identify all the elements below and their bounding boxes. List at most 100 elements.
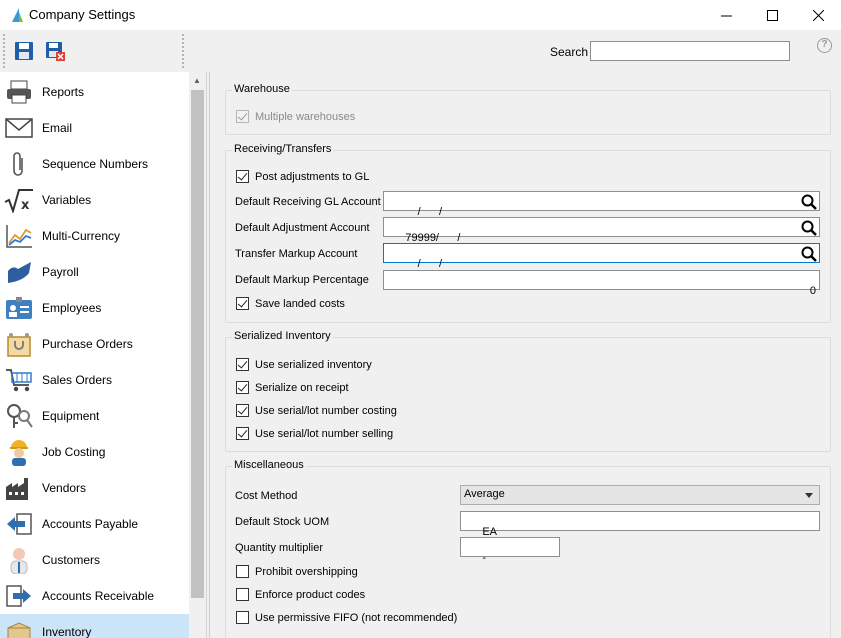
sidebar-item-inventory[interactable]: Inventory [0,614,189,638]
sidebar-item-equipment[interactable]: Equipment [0,398,189,434]
sidebar-item-purchase-orders[interactable]: Purchase Orders [0,326,189,362]
search-icon[interactable] [801,194,817,210]
checkbox-label: Use serial/lot number costing [255,404,397,417]
sidebar-item-accounts-payable[interactable]: Accounts Payable [0,506,189,542]
enforce-product-codes-checkbox[interactable]: Enforce product codes [236,588,365,601]
checkbox-label: Save landed costs [255,297,345,310]
checkbox-box [236,404,249,417]
search-icon[interactable] [801,246,817,262]
paperclip-icon [4,150,34,178]
printer-icon [4,78,34,106]
sidebar-item-label: Job Costing [42,445,106,459]
post-adjustments-checkbox[interactable]: Post adjustments to GL [236,170,369,183]
sidebar-item-multi-currency[interactable]: Multi-Currency [0,218,189,254]
payroll-icon [4,258,34,286]
toolbar: Search ? [0,30,841,72]
transfer-markup-label: Transfer Markup Account [235,248,358,260]
sidebar-item-accounts-receivable[interactable]: Accounts Receivable [0,578,189,614]
search-icon[interactable] [801,220,817,236]
sidebar-scrollbar[interactable]: ▲ [189,72,206,638]
toolbar-grip[interactable] [3,34,5,68]
minimize-button[interactable] [703,0,749,30]
arrow-left-box-icon [4,510,34,538]
svg-text:x: x [21,198,30,213]
sidebar-item-label: Multi-Currency [42,229,121,243]
sidebar-item-sequence-numbers[interactable]: Sequence Numbers [0,146,189,182]
serialize-on-receipt-checkbox[interactable]: Serialize on receipt [236,381,349,394]
shopping-cart-icon [4,366,34,394]
search-label: Search [550,45,589,59]
sidebar-item-email[interactable]: Email [0,110,189,146]
cost-method-select[interactable]: Average [460,485,820,505]
sidebar-item-variables[interactable]: x Variables [0,182,189,218]
scroll-up-icon[interactable]: ▲ [193,76,201,85]
factory-icon [4,474,34,502]
stock-uom-field[interactable]: EA [460,511,820,538]
search-input[interactable] [590,41,790,61]
close-icon [812,9,824,21]
transfer-markup-field[interactable]: / / [383,243,820,270]
receiving-gl-field[interactable]: / / [383,191,820,218]
save-landed-costs-checkbox[interactable]: Save landed costs [236,297,345,310]
lot-selling-checkbox[interactable]: Use serial/lot number selling [236,427,393,440]
sidebar-item-customers[interactable]: Customers [0,542,189,578]
sidebar-item-label: Sales Orders [42,373,113,387]
sidebar-item-reports[interactable]: Reports [0,74,189,110]
sidebar-item-label: Purchase Orders [42,337,133,351]
prohibit-overshipping-checkbox[interactable]: Prohibit overshipping [236,565,358,578]
close-button[interactable] [795,0,841,30]
cost-method-label: Cost Method [235,490,298,502]
permissive-fifo-checkbox[interactable]: Use permissive FIFO (not recommended) [236,611,457,624]
checkbox-label: Use permissive FIFO (not recommended) [255,611,458,624]
employee-card-icon [4,294,34,322]
sidebar-item-vendors[interactable]: Vendors [0,470,189,506]
sidebar-item-payroll[interactable]: Payroll [0,254,189,290]
checkbox-label: Prohibit overshipping [255,565,358,578]
sidebar-item-label: Variables [42,193,92,207]
keys-icon [4,402,34,430]
app-logo-icon [12,8,23,22]
maximize-button[interactable] [749,0,795,30]
chevron-down-icon [805,493,813,498]
settings-sidebar: Reports Email Sequence Numbers x Variabl… [0,72,207,638]
use-serialized-checkbox[interactable]: Use serialized inventory [236,358,372,371]
receiving-transfers-group: Receiving/Transfers Post adjustments to … [225,143,831,323]
help-icon[interactable]: ? [817,38,832,53]
checkbox-label: Enforce product codes [255,588,366,601]
sidebar-item-label: Inventory [42,625,92,638]
sidebar-item-label: Customers [42,553,101,567]
toolbar-grip-2[interactable] [182,34,184,68]
sidebar-item-label: Vendors [42,481,87,495]
sidebar-item-label: Accounts Receivable [42,589,155,603]
checkbox-label: Use serial/lot number selling [255,427,394,440]
markup-percentage-field[interactable]: 0 [383,270,820,297]
checkbox-box [236,427,249,440]
save-delete-icon[interactable] [44,40,66,62]
checkbox-box [236,565,249,578]
field-value: 0 [809,285,816,297]
window-title: Company Settings [29,7,136,22]
checkbox-box [236,297,249,310]
field-value: / / [405,258,443,270]
multiple-warehouses-checkbox[interactable]: Multiple warehouses [236,110,355,123]
miscellaneous-group: Miscellaneous Cost Method Average Defaul… [225,459,831,638]
checkbox-box [236,588,249,601]
sidebar-item-employees[interactable]: Employees [0,290,189,326]
quantity-multiplier-field[interactable]: - [460,537,560,564]
serialized-inventory-group: Serialized Inventory Use serialized inve… [225,330,831,452]
lot-costing-checkbox[interactable]: Use serial/lot number costing [236,404,397,417]
group-title: Miscellaneous [232,459,306,471]
purchase-bag-icon [4,330,34,358]
checkbox-box [236,381,249,394]
select-value: Average [464,488,505,500]
checkbox-label: Serialize on receipt [255,381,349,394]
scrollbar-thumb[interactable] [191,90,204,598]
minimize-icon [720,15,732,16]
sidebar-item-sales-orders[interactable]: Sales Orders [0,362,189,398]
save-icon[interactable] [13,40,35,62]
maximize-icon [766,9,778,21]
sidebar-item-job-costing[interactable]: Job Costing [0,434,189,470]
checkbox-box [236,110,249,123]
settings-panel: Warehouse Multiple warehouses Receiving/… [209,72,841,638]
adjustment-account-field[interactable]: 79999/ / [383,217,820,244]
